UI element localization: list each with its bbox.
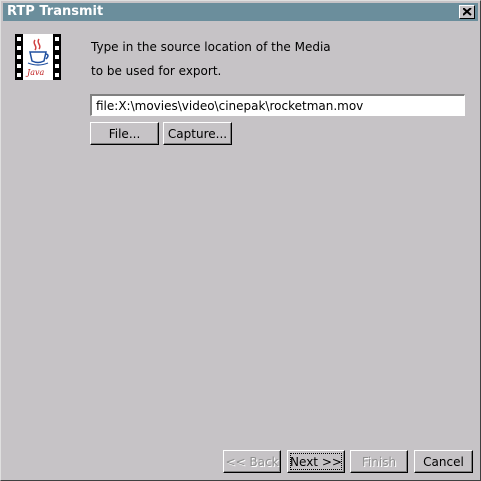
- svg-text:Java: Java: [25, 68, 44, 77]
- cancel-button[interactable]: Cancel: [414, 450, 473, 473]
- next-button[interactable]: Next >>: [287, 450, 345, 473]
- capture-button[interactable]: Capture...: [163, 122, 232, 145]
- file-button[interactable]: File...: [90, 122, 159, 145]
- close-icon: [463, 8, 472, 16]
- back-button[interactable]: << Back: [223, 450, 281, 473]
- rtp-transmit-dialog: RTP Transmit Java Type in the source loc…: [0, 0, 481, 481]
- instruction-line-2: to be used for export.: [91, 64, 222, 78]
- instruction-line-1: Type in the source location of the Media: [91, 40, 331, 54]
- close-button[interactable]: [459, 5, 475, 19]
- java-film-icon: Java: [15, 34, 61, 80]
- title-bar[interactable]: RTP Transmit: [3, 3, 478, 21]
- source-location-input[interactable]: [90, 94, 465, 116]
- window-title: RTP Transmit: [7, 4, 104, 19]
- finish-button[interactable]: Finish: [350, 450, 408, 473]
